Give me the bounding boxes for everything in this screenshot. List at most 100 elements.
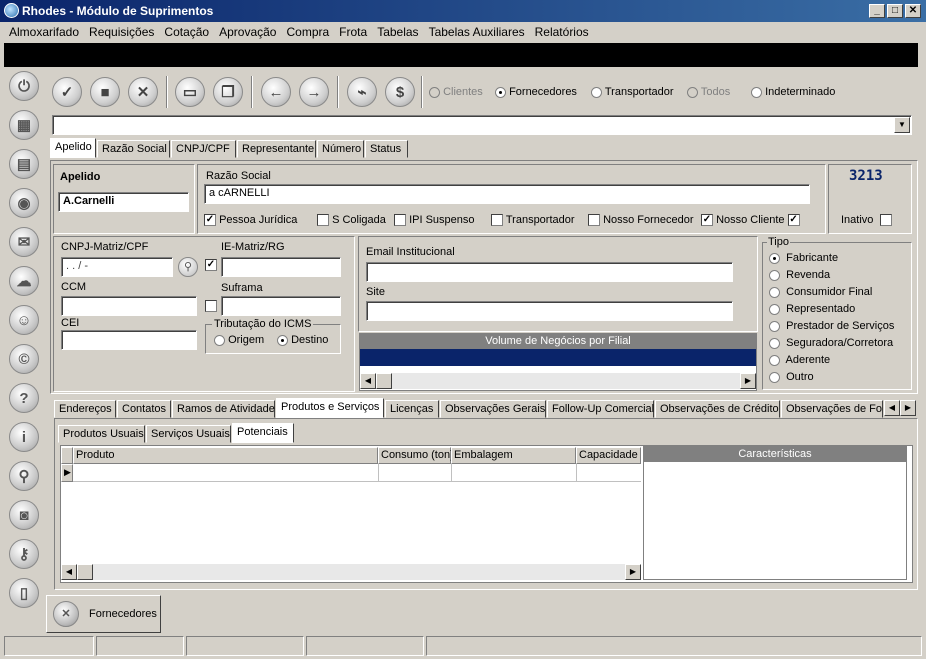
site-field[interactable] — [366, 301, 733, 321]
radio-indeterminado[interactable]: Indeterminado — [751, 86, 835, 98]
power-icon[interactable]: ⏻ — [9, 71, 39, 101]
cancel-icon[interactable]: ✕ — [128, 77, 158, 107]
search-cnpj-icon[interactable]: ⚲ — [178, 257, 198, 277]
dollar-icon[interactable]: $ — [385, 77, 415, 107]
chat-icon[interactable]: ☁ — [9, 266, 39, 296]
minimize-button[interactable]: _ — [869, 4, 885, 18]
radio-todos[interactable]: Todos — [687, 86, 730, 98]
menu-tabelas-auxiliares[interactable]: Tabelas Auxiliares — [424, 25, 530, 39]
tab-licencas[interactable]: Licenças — [385, 400, 439, 418]
tipo-aderente[interactable]: Aderente — [769, 354, 830, 366]
cei-field[interactable] — [61, 330, 197, 350]
volume-scrollbar[interactable]: ◀ ▶ — [360, 373, 756, 389]
email-field[interactable] — [366, 262, 733, 282]
scroll-track[interactable] — [392, 373, 740, 389]
grid-hscrollbar[interactable]: ◀ ▶ — [61, 564, 641, 580]
tab-representante[interactable]: Representante — [237, 140, 316, 158]
flag-s-coligada[interactable]: S Coligada — [317, 214, 386, 227]
scroll-track[interactable] — [93, 564, 625, 580]
arrow-left-icon[interactable]: ← — [261, 77, 291, 107]
flag-pessoa-juridica[interactable]: ✓ Pessoa Jurídica — [204, 214, 297, 227]
calculator-icon[interactable]: ▦ — [9, 110, 39, 140]
windows-icon[interactable]: ❐ — [213, 77, 243, 107]
tab-status[interactable]: Status — [365, 140, 408, 158]
products-grid[interactable]: Produto Consumo (ton) Embalagem Capacida… — [61, 447, 641, 580]
tab-produtos-usuais[interactable]: Produtos Usuais — [58, 425, 145, 443]
grid-icon[interactable]: ▤ — [9, 149, 39, 179]
tipo-outro[interactable]: Outro — [769, 371, 814, 383]
table-row[interactable] — [73, 464, 641, 482]
flag-ipi-suspenso[interactable]: IPI Suspenso — [394, 214, 475, 227]
tipo-fabricante[interactable]: Fabricante — [769, 252, 838, 264]
tab-razao-social[interactable]: Razão Social — [97, 140, 170, 158]
mail-icon[interactable]: ✉ — [9, 227, 39, 257]
search-icon[interactable]: ⚲ — [9, 461, 39, 491]
scroll-thumb[interactable] — [376, 373, 392, 389]
key-icon[interactable]: ⚷ — [9, 539, 39, 569]
tab-scroll-right-icon[interactable]: ▶ — [900, 400, 916, 416]
menu-compra[interactable]: Compra — [281, 25, 334, 39]
col-produto[interactable]: Produto — [73, 447, 378, 464]
flag-nosso-cliente[interactable]: ✓ Nosso Cliente ✓ — [701, 214, 800, 227]
globe-icon[interactable]: ◉ — [9, 188, 39, 218]
icms-origem[interactable]: Origem — [214, 334, 264, 346]
radio-fornecedores[interactable]: Fornecedores — [495, 86, 577, 98]
chevron-down-icon[interactable]: ▼ — [894, 117, 910, 133]
tab-follow-up[interactable]: Follow-Up Comercial — [547, 400, 654, 418]
search-combo[interactable] — [52, 115, 912, 135]
tab-scroll-left-icon[interactable]: ◀ — [884, 400, 900, 416]
document-icon[interactable]: ■ — [90, 77, 120, 107]
tab-observacoes-fo[interactable]: Observações de Fo — [781, 400, 883, 418]
col-embalagem[interactable]: Embalagem — [451, 447, 576, 464]
maximize-button[interactable]: □ — [887, 4, 903, 18]
tipo-prestador[interactable]: Prestador de Serviços — [769, 320, 894, 332]
close-button[interactable]: ✕ — [905, 4, 921, 18]
suframa-checkbox[interactable] — [205, 300, 217, 313]
mobile-icon[interactable]: ▯ — [9, 578, 39, 608]
flag-nosso-fornecedor[interactable]: Nosso Fornecedor — [588, 214, 694, 227]
razao-field[interactable]: a cARNELLI — [204, 184, 810, 204]
menu-aprovacao[interactable]: Aprovação — [214, 25, 281, 39]
window-icon[interactable]: ▭ — [175, 77, 205, 107]
col-capacidade[interactable]: Capacidade — [576, 447, 641, 464]
ie-field[interactable] — [221, 257, 341, 277]
tab-ramos[interactable]: Ramos de Atividade — [172, 400, 275, 418]
tab-cnpj-cpf[interactable]: CNPJ/CPF — [171, 140, 236, 158]
close-tab-icon[interactable]: ✕ — [53, 601, 79, 627]
tipo-consumidor-final[interactable]: Consumidor Final — [769, 286, 872, 298]
radio-clientes[interactable]: Clientes — [429, 86, 483, 98]
help-icon[interactable]: ? — [9, 383, 39, 413]
menu-frota[interactable]: Frota — [334, 25, 372, 39]
user-icon[interactable]: ☺ — [9, 305, 39, 335]
ie-checkbox[interactable]: ✓ — [205, 259, 217, 272]
menu-tabelas[interactable]: Tabelas — [372, 25, 423, 39]
menu-relatorios[interactable]: Relatórios — [530, 25, 594, 39]
camera-icon[interactable]: ◙ — [9, 500, 39, 530]
ccm-field[interactable] — [61, 296, 197, 316]
info-icon[interactable]: i — [9, 422, 39, 452]
flag-transportador[interactable]: Transportador — [491, 214, 575, 227]
radio-transportador[interactable]: Transportador — [591, 86, 674, 98]
check-icon[interactable]: ✓ — [52, 77, 82, 107]
menu-cotacao[interactable]: Cotação — [159, 25, 214, 39]
caracteristicas-panel[interactable]: Características — [643, 446, 907, 580]
inativo-checkbox[interactable]: Inativo — [841, 214, 893, 227]
tab-contatos[interactable]: Contatos — [117, 400, 171, 418]
tab-numero[interactable]: Número — [317, 140, 364, 158]
col-consumo[interactable]: Consumo (ton) — [378, 447, 454, 464]
tab-produtos-servicos[interactable]: Produtos e Serviços — [276, 398, 384, 418]
window-tab-fornecedores[interactable]: ✕ Fornecedores — [46, 595, 161, 633]
scroll-left-icon[interactable]: ◀ — [61, 564, 77, 580]
tab-enderecos[interactable]: Endereços — [54, 400, 116, 418]
cnpj-field[interactable]: . . / - — [61, 257, 173, 277]
menu-requisicoes[interactable]: Requisições — [84, 25, 159, 39]
tab-observacoes-gerais[interactable]: Observações Gerais — [440, 400, 546, 418]
volume-row[interactable] — [360, 349, 756, 366]
menu-almoxarifado[interactable]: Almoxarifado — [4, 25, 84, 39]
tipo-representado[interactable]: Representado — [769, 303, 855, 315]
chart-icon[interactable]: ⌁ — [347, 77, 377, 107]
scroll-thumb[interactable] — [77, 564, 93, 580]
tab-servicos-usuais[interactable]: Serviços Usuais — [146, 425, 231, 443]
tab-potenciais[interactable]: Potenciais — [232, 423, 294, 443]
icms-destino[interactable]: Destino — [277, 334, 328, 346]
